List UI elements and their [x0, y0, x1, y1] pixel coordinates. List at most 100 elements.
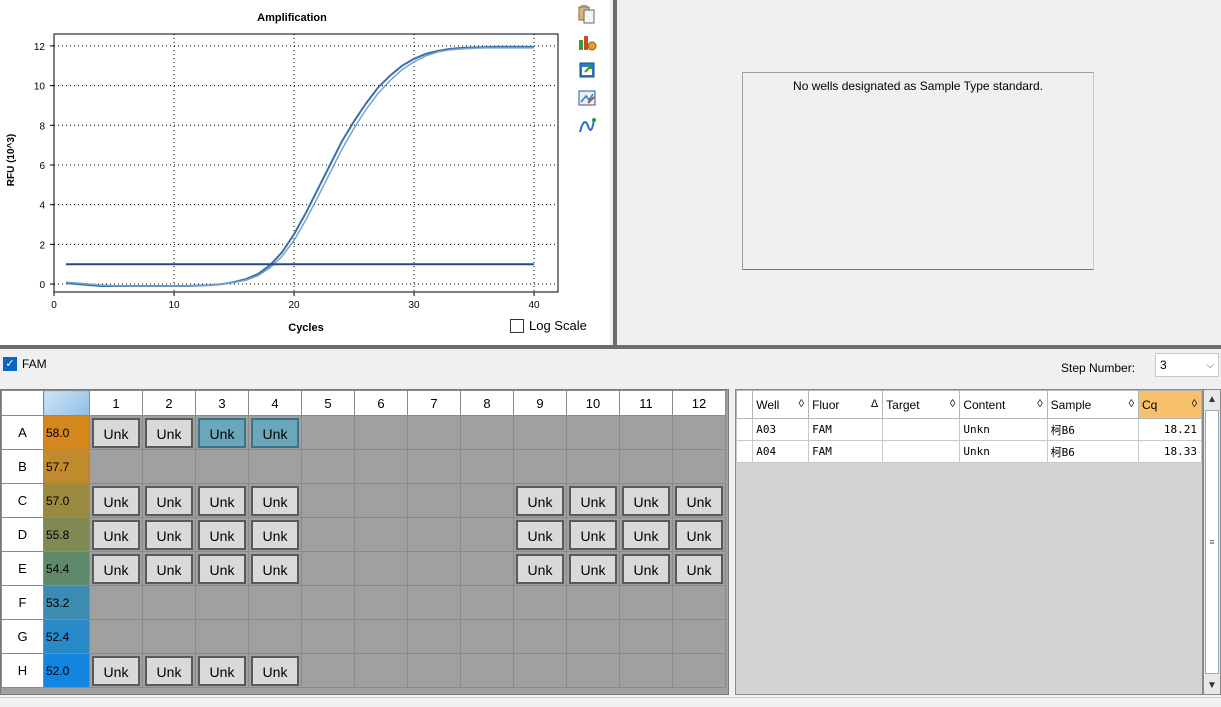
scroll-up-icon[interactable]: ▲ — [1204, 390, 1220, 408]
well-c11[interactable]: Unk — [622, 485, 670, 516]
plate-cell[interactable] — [195, 619, 249, 654]
sort-icon[interactable]: Δ — [871, 398, 882, 410]
plate-cell[interactable]: Unk — [89, 551, 143, 586]
plate-cell[interactable] — [566, 619, 620, 654]
plate-cell[interactable] — [248, 449, 302, 484]
scroll-thumb[interactable]: ≡ — [1205, 410, 1219, 674]
sort-icon[interactable]: ◊ — [1129, 398, 1138, 410]
export-icon[interactable] — [575, 58, 599, 82]
results-column-content[interactable]: Content ◊ — [959, 390, 1048, 419]
plate-cell[interactable] — [566, 653, 620, 688]
step-number-select[interactable]: 3 ⌵ — [1155, 353, 1219, 377]
plate-cell[interactable] — [672, 585, 726, 620]
plate-cell[interactable]: Unk — [195, 415, 249, 450]
plate-column-header[interactable]: 12 — [672, 390, 726, 416]
plate-cell[interactable] — [672, 415, 726, 450]
well-d10[interactable]: Unk — [569, 519, 617, 550]
plate-cell[interactable]: Unk — [672, 551, 726, 586]
plate-cell[interactable] — [301, 551, 355, 586]
plate-column-header[interactable]: 5 — [301, 390, 355, 416]
plate-cell[interactable] — [513, 585, 567, 620]
plate-cell[interactable]: Unk — [195, 483, 249, 518]
plate-row-header[interactable]: D — [1, 517, 44, 552]
plate-cell[interactable]: Unk — [195, 551, 249, 586]
well-c4[interactable]: Unk — [251, 485, 299, 516]
plate-cell[interactable] — [354, 619, 408, 654]
results-column-fluor[interactable]: Fluor Δ — [808, 390, 884, 419]
plate-cell[interactable] — [407, 653, 461, 688]
row-header[interactable] — [735, 440, 754, 463]
plate-cell[interactable] — [407, 483, 461, 518]
plate-cell[interactable] — [513, 619, 567, 654]
results-scrollbar[interactable]: ▲ ≡ ▼ — [1203, 389, 1221, 695]
plate-cell[interactable] — [619, 449, 673, 484]
plate-column-header[interactable]: 11 — [619, 390, 673, 416]
plate-column-header[interactable]: 3 — [195, 390, 249, 416]
image-export-icon[interactable] — [575, 86, 599, 110]
plate-cell[interactable]: Unk — [142, 483, 196, 518]
plate-cell[interactable]: Unk — [89, 483, 143, 518]
well-c2[interactable]: Unk — [145, 485, 193, 516]
plate-cell[interactable] — [460, 517, 514, 552]
well-c3[interactable]: Unk — [198, 485, 246, 516]
plate-select-all[interactable] — [43, 390, 90, 416]
plate-cell[interactable]: Unk — [566, 517, 620, 552]
well-c9[interactable]: Unk — [516, 485, 564, 516]
plate-row-header[interactable]: C — [1, 483, 44, 518]
plate-cell[interactable] — [354, 415, 408, 450]
plate-cell[interactable] — [354, 449, 408, 484]
plate-column-header[interactable]: 8 — [460, 390, 514, 416]
plate-cell[interactable] — [301, 449, 355, 484]
plate-cell[interactable]: Unk — [566, 551, 620, 586]
chart-settings-icon[interactable] — [575, 30, 599, 54]
plate-row-header[interactable]: H — [1, 653, 44, 688]
sort-icon[interactable]: ◊ — [950, 398, 959, 410]
well-d12[interactable]: Unk — [675, 519, 723, 550]
plate-cell[interactable]: Unk — [142, 517, 196, 552]
plate-cell[interactable] — [407, 449, 461, 484]
plate-cell[interactable]: Unk — [619, 551, 673, 586]
row-header[interactable] — [735, 418, 754, 441]
plate-cell[interactable] — [301, 483, 355, 518]
plate-cell[interactable]: Unk — [89, 415, 143, 450]
well-a2[interactable]: Unk — [145, 417, 193, 448]
plate-column-header[interactable]: 2 — [142, 390, 196, 416]
plate-cell[interactable] — [301, 415, 355, 450]
plate-row-header[interactable]: B — [1, 449, 44, 484]
fluor-filter-checkbox[interactable]: ✓ — [3, 357, 17, 371]
well-h4[interactable]: Unk — [251, 655, 299, 686]
plate-cell[interactable] — [195, 449, 249, 484]
results-column-cq[interactable]: Cq ◊ — [1138, 390, 1202, 419]
plate-cell[interactable] — [513, 415, 567, 450]
well-d1[interactable]: Unk — [92, 519, 140, 550]
plate-cell[interactable] — [619, 653, 673, 688]
plate-cell[interactable]: Unk — [248, 415, 302, 450]
plate-cell[interactable] — [354, 653, 408, 688]
well-c12[interactable]: Unk — [675, 485, 723, 516]
plate-cell[interactable]: Unk — [619, 517, 673, 552]
plate-cell[interactable]: Unk — [513, 551, 567, 586]
plate-cell[interactable] — [301, 517, 355, 552]
plate-cell[interactable] — [142, 619, 196, 654]
plate-cell[interactable] — [354, 517, 408, 552]
plate-row-header[interactable]: G — [1, 619, 44, 654]
scroll-down-icon[interactable]: ▼ — [1204, 676, 1220, 694]
plate-cell[interactable] — [566, 585, 620, 620]
plate-cell[interactable] — [354, 551, 408, 586]
well-d4[interactable]: Unk — [251, 519, 299, 550]
plate-cell[interactable] — [407, 551, 461, 586]
plate-cell[interactable]: Unk — [248, 551, 302, 586]
plate-cell[interactable]: Unk — [672, 517, 726, 552]
plate-cell[interactable] — [460, 449, 514, 484]
sort-icon[interactable]: ◊ — [1192, 398, 1201, 410]
well-h2[interactable]: Unk — [145, 655, 193, 686]
well-a3[interactable]: Unk — [198, 417, 246, 448]
table-row[interactable]: A04 FAM Unkn 柯B6 18.33 — [735, 440, 1202, 463]
plate-row-header[interactable]: A — [1, 415, 44, 450]
plate-column-header[interactable]: 4 — [248, 390, 302, 416]
plate-cell[interactable] — [619, 415, 673, 450]
plate-row-header[interactable]: E — [1, 551, 44, 586]
plate-cell[interactable]: Unk — [672, 483, 726, 518]
plate-cell[interactable]: Unk — [142, 415, 196, 450]
results-column-target[interactable]: Target ◊ — [882, 390, 961, 419]
